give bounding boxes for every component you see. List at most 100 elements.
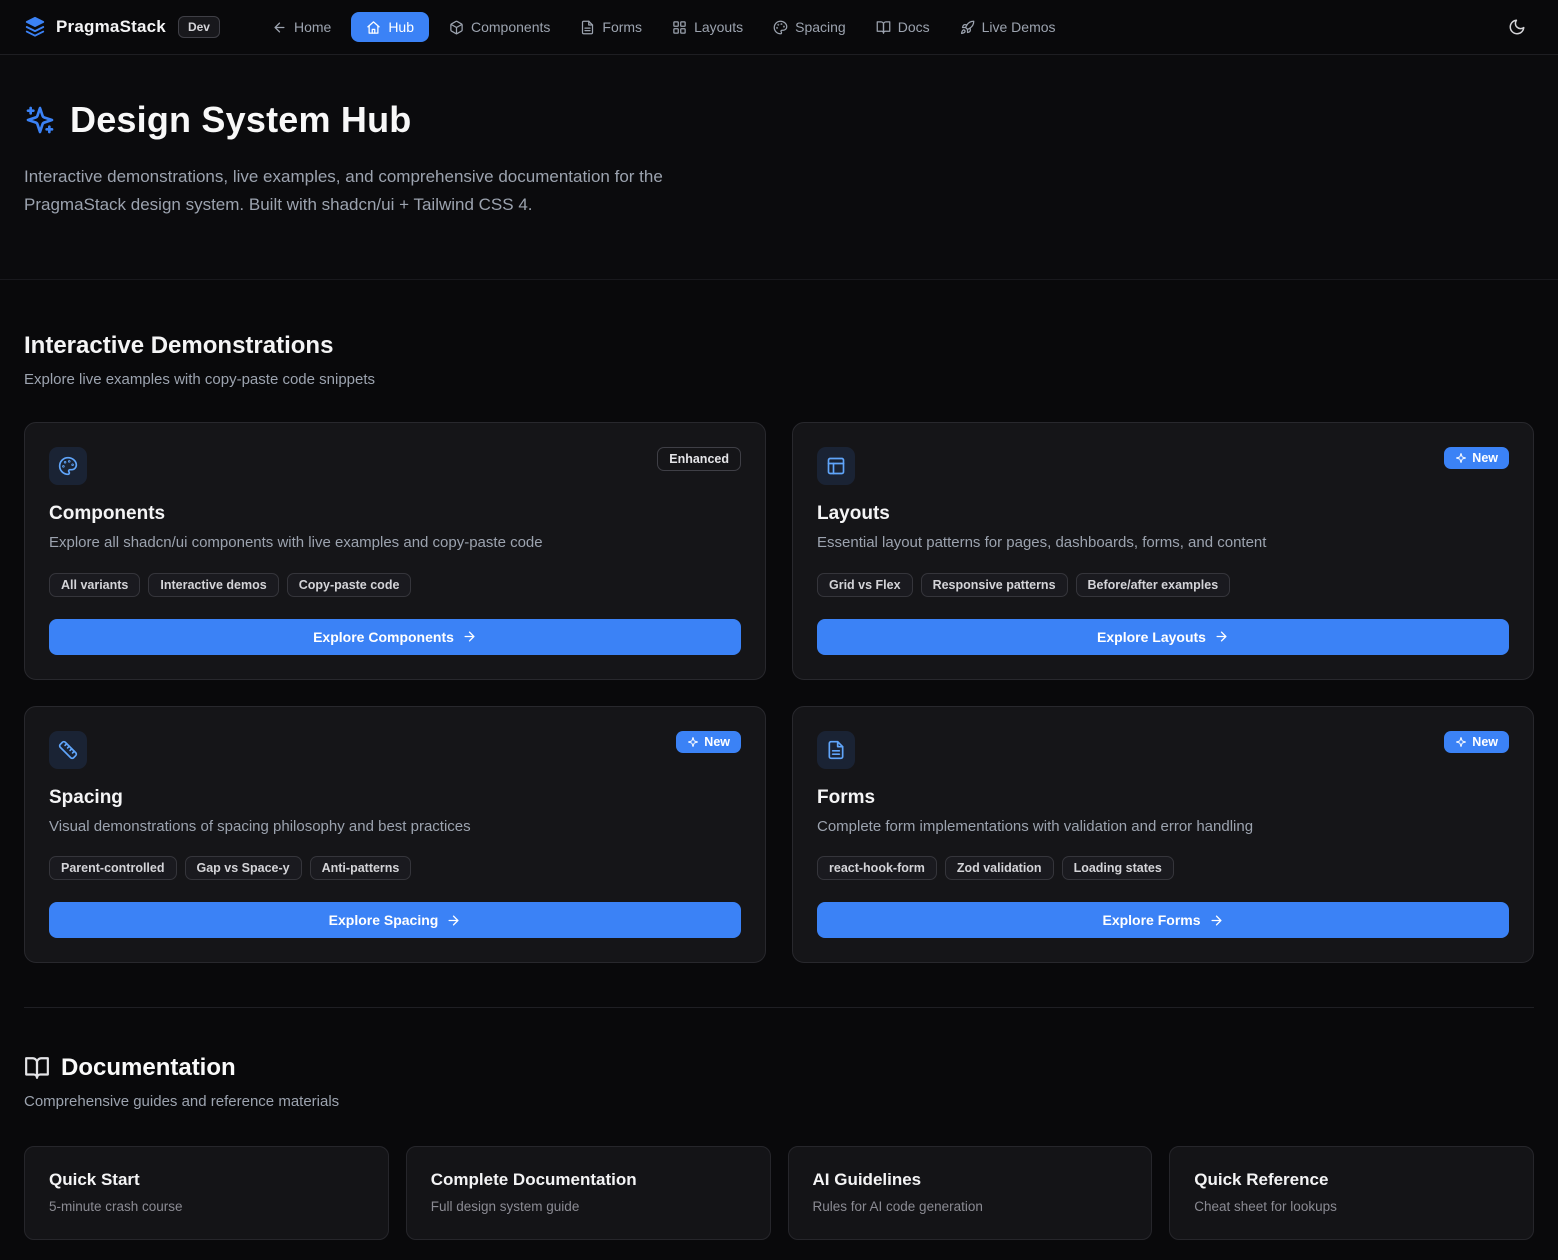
tag-row: All variants Interactive demos Copy-past…: [49, 573, 741, 597]
badge-label: New: [1472, 451, 1498, 465]
nav-label: Home: [294, 19, 331, 35]
demo-card-spacing[interactable]: New Spacing Visual demonstrations of spa…: [24, 706, 766, 964]
docs-card-grid: Quick Start 5-minute crash course Comple…: [24, 1146, 1534, 1240]
sparkles-icon: [687, 736, 699, 748]
tag: Before/after examples: [1076, 573, 1231, 597]
dev-badge: Dev: [178, 16, 220, 38]
doc-card-subtitle: 5-minute crash course: [49, 1199, 364, 1214]
tag: Zod validation: [945, 856, 1054, 880]
nav-label: Forms: [602, 19, 642, 35]
nav-label: Docs: [898, 19, 930, 35]
card-title: Spacing: [49, 787, 741, 809]
doc-card-title: Quick Start: [49, 1170, 364, 1190]
nav-label: Components: [471, 19, 550, 35]
doc-card-ai-guidelines[interactable]: AI Guidelines Rules for AI code generati…: [788, 1146, 1153, 1240]
explore-forms-button[interactable]: Explore Forms: [817, 902, 1509, 938]
book-open-icon: [876, 20, 891, 35]
demos-heading: Interactive Demonstrations: [24, 332, 1534, 360]
home-icon: [366, 20, 381, 35]
doc-card-quick-start[interactable]: Quick Start 5-minute crash course: [24, 1146, 389, 1240]
button-label: Explore Components: [313, 629, 454, 645]
nav-item-home[interactable]: Home: [262, 12, 341, 42]
brand-name: PragmaStack: [56, 17, 166, 37]
doc-card-subtitle: Full design system guide: [431, 1199, 746, 1214]
sparkles-icon: [24, 104, 56, 136]
palette-icon: [49, 447, 87, 485]
doc-card-title: AI Guidelines: [813, 1170, 1128, 1190]
card-title: Layouts: [817, 503, 1509, 525]
tag: Grid vs Flex: [817, 573, 913, 597]
nav-label: Spacing: [795, 19, 846, 35]
card-title: Forms: [817, 787, 1509, 809]
new-badge: New: [1444, 447, 1509, 469]
nav-menu: Home Hub Components Forms Layouts: [262, 12, 1066, 42]
card-description: Visual demonstrations of spacing philoso…: [49, 816, 741, 839]
nav-item-hub[interactable]: Hub: [351, 12, 429, 42]
palette-icon: [773, 20, 788, 35]
nav-label: Layouts: [694, 19, 743, 35]
tag: Parent-controlled: [49, 856, 177, 880]
theme-toggle-button[interactable]: [1500, 10, 1534, 44]
tag: Anti-patterns: [310, 856, 412, 880]
nav-label: Hub: [388, 19, 414, 35]
book-open-icon: [24, 1055, 50, 1081]
new-badge: New: [1444, 731, 1509, 753]
tag: All variants: [49, 573, 140, 597]
docs-subheading: Comprehensive guides and reference mater…: [24, 1093, 1534, 1110]
arrow-right-icon: [446, 913, 461, 928]
tag: Gap vs Space-y: [185, 856, 302, 880]
doc-card-title: Quick Reference: [1194, 1170, 1509, 1190]
nav-item-layouts[interactable]: Layouts: [662, 12, 753, 42]
nav-item-forms[interactable]: Forms: [570, 12, 652, 42]
demos-subheading: Explore live examples with copy-paste co…: [24, 371, 1534, 388]
nav-item-spacing[interactable]: Spacing: [763, 12, 856, 42]
card-description: Complete form implementations with valid…: [817, 816, 1509, 839]
docs-section: Documentation Comprehensive guides and r…: [0, 1008, 1558, 1260]
brand[interactable]: PragmaStack Dev: [24, 16, 220, 38]
button-label: Explore Layouts: [1097, 629, 1206, 645]
doc-card-complete-documentation[interactable]: Complete Documentation Full design syste…: [406, 1146, 771, 1240]
demo-card-grid: Enhanced Components Explore all shadcn/u…: [24, 422, 1534, 963]
card-description: Essential layout patterns for pages, das…: [817, 532, 1509, 555]
panels-layout-icon: [817, 447, 855, 485]
tag: Interactive demos: [148, 573, 278, 597]
tag: react-hook-form: [817, 856, 937, 880]
arrow-right-icon: [1209, 913, 1224, 928]
nav-label: Live Demos: [982, 19, 1056, 35]
layers-logo-icon: [24, 16, 46, 38]
file-text-icon: [580, 20, 595, 35]
button-label: Explore Spacing: [329, 912, 439, 928]
tag: Loading states: [1062, 856, 1174, 880]
button-label: Explore Forms: [1102, 912, 1200, 928]
tag-row: Grid vs Flex Responsive patterns Before/…: [817, 573, 1509, 597]
doc-card-quick-reference[interactable]: Quick Reference Cheat sheet for lookups: [1169, 1146, 1534, 1240]
hero-section: Design System Hub Interactive demonstrat…: [0, 55, 1558, 280]
box-icon: [449, 20, 464, 35]
badge-label: New: [1472, 735, 1498, 749]
sparkles-icon: [1455, 452, 1467, 464]
docs-heading: Documentation: [61, 1054, 236, 1082]
explore-layouts-button[interactable]: Explore Layouts: [817, 619, 1509, 655]
explore-components-button[interactable]: Explore Components: [49, 619, 741, 655]
tag: Copy-paste code: [287, 573, 412, 597]
explore-spacing-button[interactable]: Explore Spacing: [49, 902, 741, 938]
demo-card-layouts[interactable]: New Layouts Essential layout patterns fo…: [792, 422, 1534, 680]
new-badge: New: [676, 731, 741, 753]
arrow-left-icon: [272, 20, 287, 35]
badge-label: New: [704, 735, 730, 749]
arrow-right-icon: [462, 629, 477, 644]
demo-card-forms[interactable]: New Forms Complete form implementations …: [792, 706, 1534, 964]
top-navbar: PragmaStack Dev Home Hub Components Fo: [0, 0, 1558, 55]
nav-item-docs[interactable]: Docs: [866, 12, 940, 42]
tag: Responsive patterns: [921, 573, 1068, 597]
demo-card-components[interactable]: Enhanced Components Explore all shadcn/u…: [24, 422, 766, 680]
rocket-icon: [960, 20, 975, 35]
card-description: Explore all shadcn/ui components with li…: [49, 532, 741, 555]
nav-item-live-demos[interactable]: Live Demos: [950, 12, 1066, 42]
file-text-icon: [817, 731, 855, 769]
tag-row: Parent-controlled Gap vs Space-y Anti-pa…: [49, 856, 741, 880]
enhanced-badge: Enhanced: [657, 447, 741, 471]
nav-item-components[interactable]: Components: [439, 12, 560, 42]
doc-card-title: Complete Documentation: [431, 1170, 746, 1190]
page-title: Design System Hub: [70, 99, 411, 141]
